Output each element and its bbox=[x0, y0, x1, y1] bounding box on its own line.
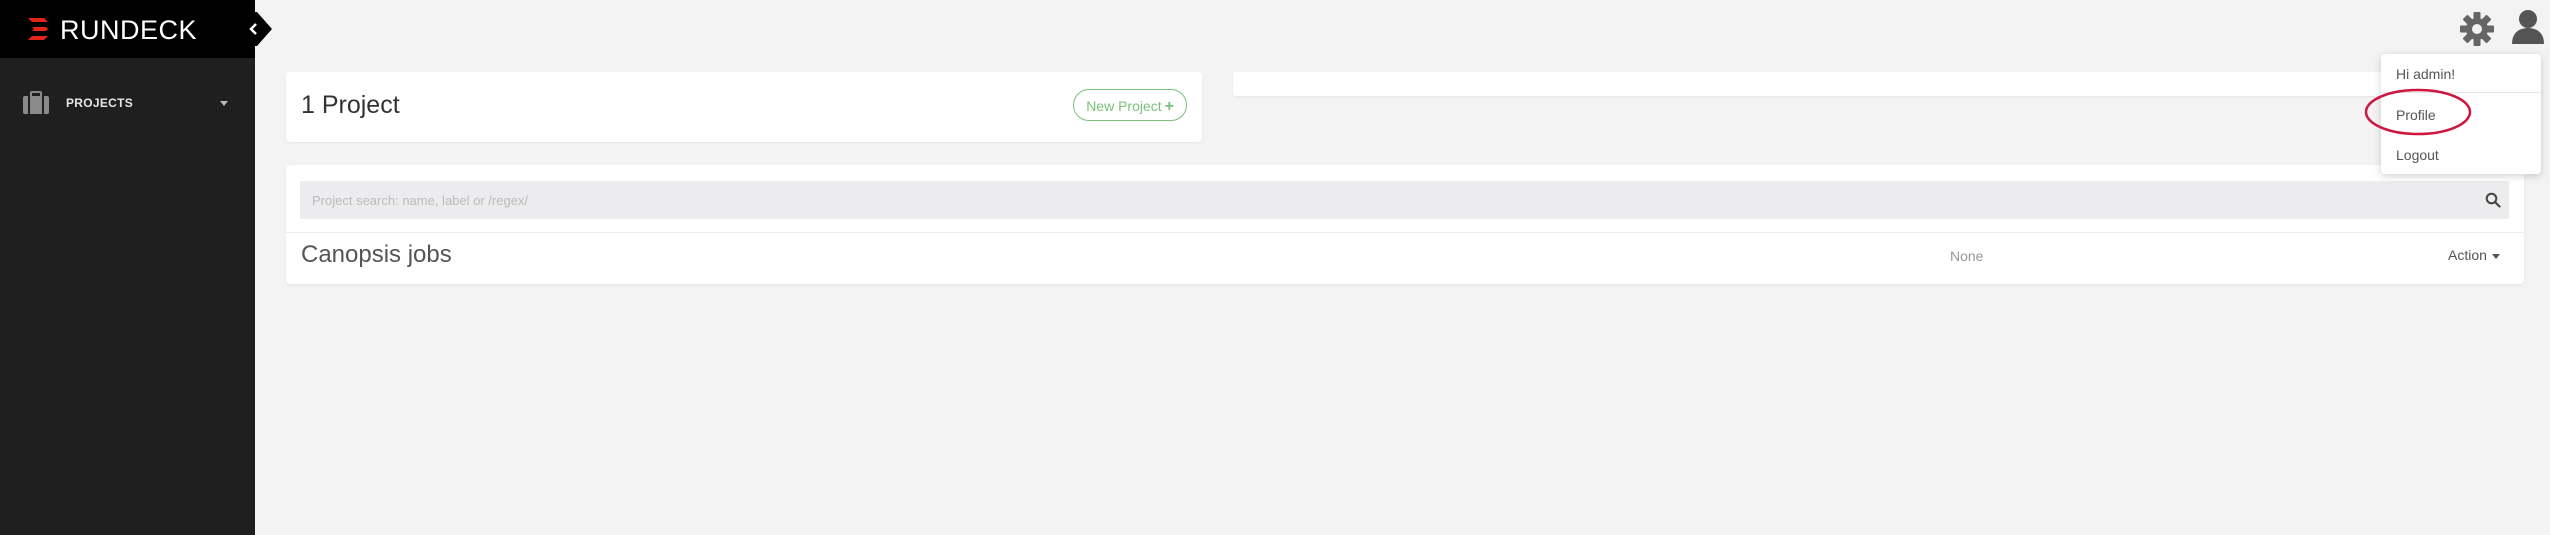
user-icon[interactable] bbox=[2510, 8, 2546, 46]
rundeck-logo-icon bbox=[28, 18, 48, 40]
project-search-input[interactable] bbox=[300, 181, 2509, 219]
chevron-down-icon bbox=[220, 101, 228, 106]
gear-icon[interactable] bbox=[2458, 10, 2496, 48]
action-label: Action bbox=[2448, 247, 2487, 263]
divider bbox=[286, 232, 2524, 233]
sidebar-item-projects[interactable]: PROJECTS bbox=[0, 86, 255, 120]
brand-name: RUNDECK bbox=[60, 15, 198, 45]
empty-panel bbox=[1233, 72, 2520, 96]
plus-icon: + bbox=[1164, 98, 1174, 115]
projects-summary-card: 1 Project New Project + bbox=[286, 72, 1202, 142]
highlight-circle-annotation bbox=[2364, 88, 2472, 136]
project-action-dropdown[interactable]: Action bbox=[2448, 247, 2500, 263]
new-project-button[interactable]: New Project + bbox=[1073, 89, 1187, 121]
briefcase-icon bbox=[23, 91, 49, 114]
projects-count-title: 1 Project bbox=[301, 91, 400, 119]
search-icon[interactable] bbox=[2485, 192, 2501, 208]
user-greeting: Hi admin! bbox=[2396, 66, 2456, 82]
new-project-label: New Project bbox=[1086, 98, 1162, 114]
sidebar-item-label: PROJECTS bbox=[66, 96, 134, 110]
menu-item-logout[interactable]: Logout bbox=[2396, 147, 2439, 163]
collapse-sidebar-icon[interactable] bbox=[242, 12, 272, 46]
project-description: None bbox=[1950, 248, 1984, 264]
caret-down-icon bbox=[2491, 253, 2500, 259]
sidebar: RUNDECK PROJECTS bbox=[0, 0, 272, 535]
project-list-card: Canopsis jobs None Action bbox=[286, 165, 2524, 284]
project-name-link[interactable]: Canopsis jobs bbox=[301, 241, 452, 269]
brand-bar[interactable]: RUNDECK bbox=[0, 0, 255, 58]
